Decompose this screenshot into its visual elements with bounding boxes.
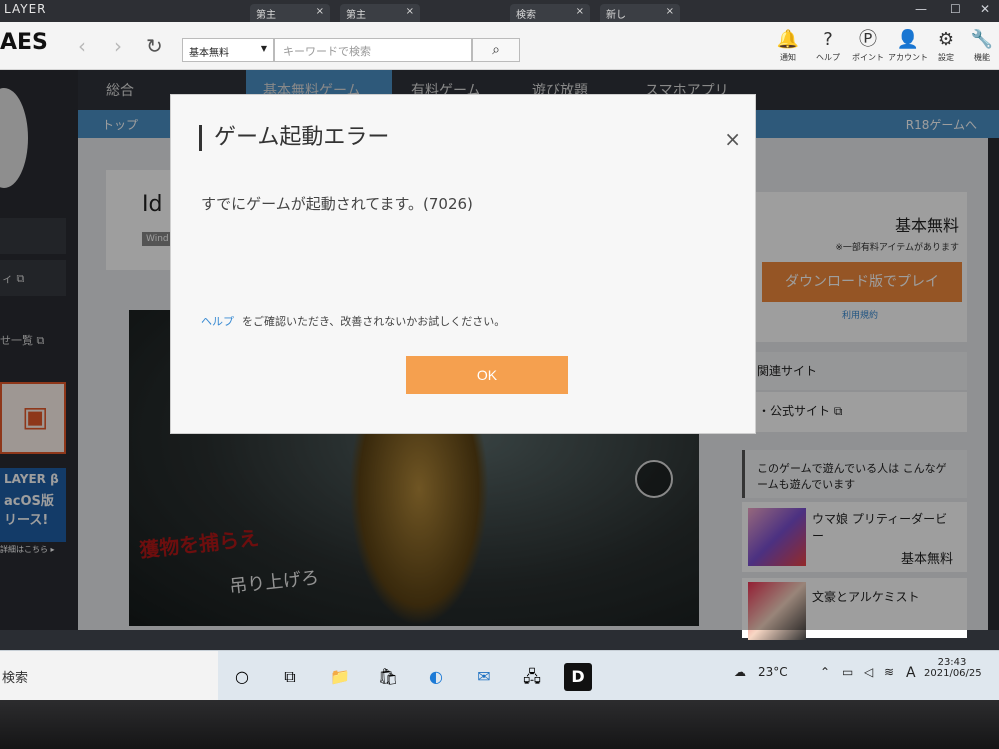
close-window-button[interactable]: ✕ [980,2,990,16]
dmm-icon[interactable]: D [564,663,592,691]
network-app-icon[interactable]: 🖧 [518,663,546,691]
browser-tab[interactable]: 新し × [600,4,680,22]
browser-tab[interactable]: 第主 × [250,4,330,22]
laptop-bezel [0,700,999,749]
search-button[interactable]: ⌕ [472,38,520,62]
mail-icon[interactable]: ✉ [470,663,498,691]
tab-label: 検索 [516,10,536,21]
chevron-up-icon[interactable]: ⌃ [820,665,830,679]
tab-label: 第主 [256,10,276,21]
search-icon: ⌕ [492,42,500,58]
maximize-button[interactable]: ☐ [950,2,961,16]
taskbar-search[interactable]: 検索 [0,651,218,700]
taskbar: 検索 ○ ⧉ 📁 🛍 ◐ ✉ 🖧 D ☁ 23°C ⌃ ▭ ◁ ≋ A 23:4… [0,650,999,700]
help-link[interactable]: ヘルプ [201,315,234,328]
clock-date: 2021/06/25 [924,668,982,679]
weather-icon[interactable]: ☁ [734,665,746,679]
title-bar: LAYER 第主 × 第主 × 検索 × 新し × — ☐ ✕ [0,0,999,22]
wrench-icon: 🔧 [970,29,994,50]
tab-label: 新し [606,10,626,21]
help-button[interactable]: ? ヘルプ [806,28,850,63]
tool-label: 機能 [974,53,990,62]
help-instruction: をご確認いただき、改善されないかお試しください。 [242,315,506,328]
screen: LAYER 第主 × 第主 × 検索 × 新し × — ☐ ✕ AES ‹ › ↻ 基本… [0,0,999,700]
ime-indicator[interactable]: A [906,665,916,681]
close-icon[interactable]: × [724,127,741,151]
tab-close-icon[interactable]: × [406,6,414,17]
dialog-message: すでにゲームが起動されてます。(7026) [201,195,473,213]
tab-label: 第主 [346,10,366,21]
tool-label: 通知 [780,53,796,62]
back-button[interactable]: ‹ [78,34,86,58]
notification-button[interactable]: 🔔 通知 [766,28,810,63]
clock[interactable]: 23:43 2021/06/25 [924,657,982,679]
wifi-icon[interactable]: ≋ [884,665,894,679]
bell-icon: 🔔 [776,29,800,50]
tab-close-icon[interactable]: × [316,6,324,17]
logo: AES [0,30,48,55]
minimize-button[interactable]: — [915,2,927,16]
chevron-down-icon: ▼ [260,44,267,53]
weather-temp[interactable]: 23°C [758,665,788,679]
volume-icon[interactable]: ◁ [864,665,873,679]
point-icon: Ⓟ [859,29,877,50]
forward-button[interactable]: › [114,34,122,58]
store-icon[interactable]: 🛍 [374,663,402,691]
tab-close-icon[interactable]: × [666,6,674,17]
error-dialog: ゲーム起動エラー × すでにゲームが起動されてます。(7026) ヘルプ をご確認… [170,94,756,434]
browser-tab[interactable]: 第主 × [340,4,420,22]
browser-tab[interactable]: 検索 × [510,4,590,22]
dialog-title: ゲーム起動エラー [199,125,389,151]
tool-label: ヘルプ [816,53,840,62]
battery-icon[interactable]: ▭ [842,665,853,679]
clock-time: 23:43 [937,657,967,668]
file-explorer-icon[interactable]: 📁 [326,663,354,691]
tool-label: ポイント [852,53,884,62]
reload-button[interactable]: ↻ [146,34,163,58]
edge-icon[interactable]: ◐ [422,663,450,691]
ok-button[interactable]: OK [406,356,568,394]
search-input[interactable]: キーワードで検索 [274,38,472,62]
taskbar-search-label: 検索 [2,671,29,686]
point-button[interactable]: Ⓟ ポイント [846,28,890,63]
cortana-icon[interactable]: ○ [228,663,256,691]
task-view-icon[interactable]: ⧉ [276,663,304,691]
dialog-help-text: ヘルプ をご確認いただき、改善されないかお試しください。 [201,313,505,329]
app-title: LAYER [4,2,47,16]
toolbar: AES ‹ › ↻ 基本無料 ▼ キーワードで検索 ⌕ 🔔 通知 ? ヘルプ Ⓟ ポイン… [0,22,999,70]
category-select-value: 基本無料 [189,48,229,59]
category-select[interactable]: 基本無料 ▼ [182,38,274,62]
tab-close-icon[interactable]: × [576,6,584,17]
help-icon: ? [823,29,833,50]
function-button[interactable]: 🔧 機能 [960,28,999,63]
